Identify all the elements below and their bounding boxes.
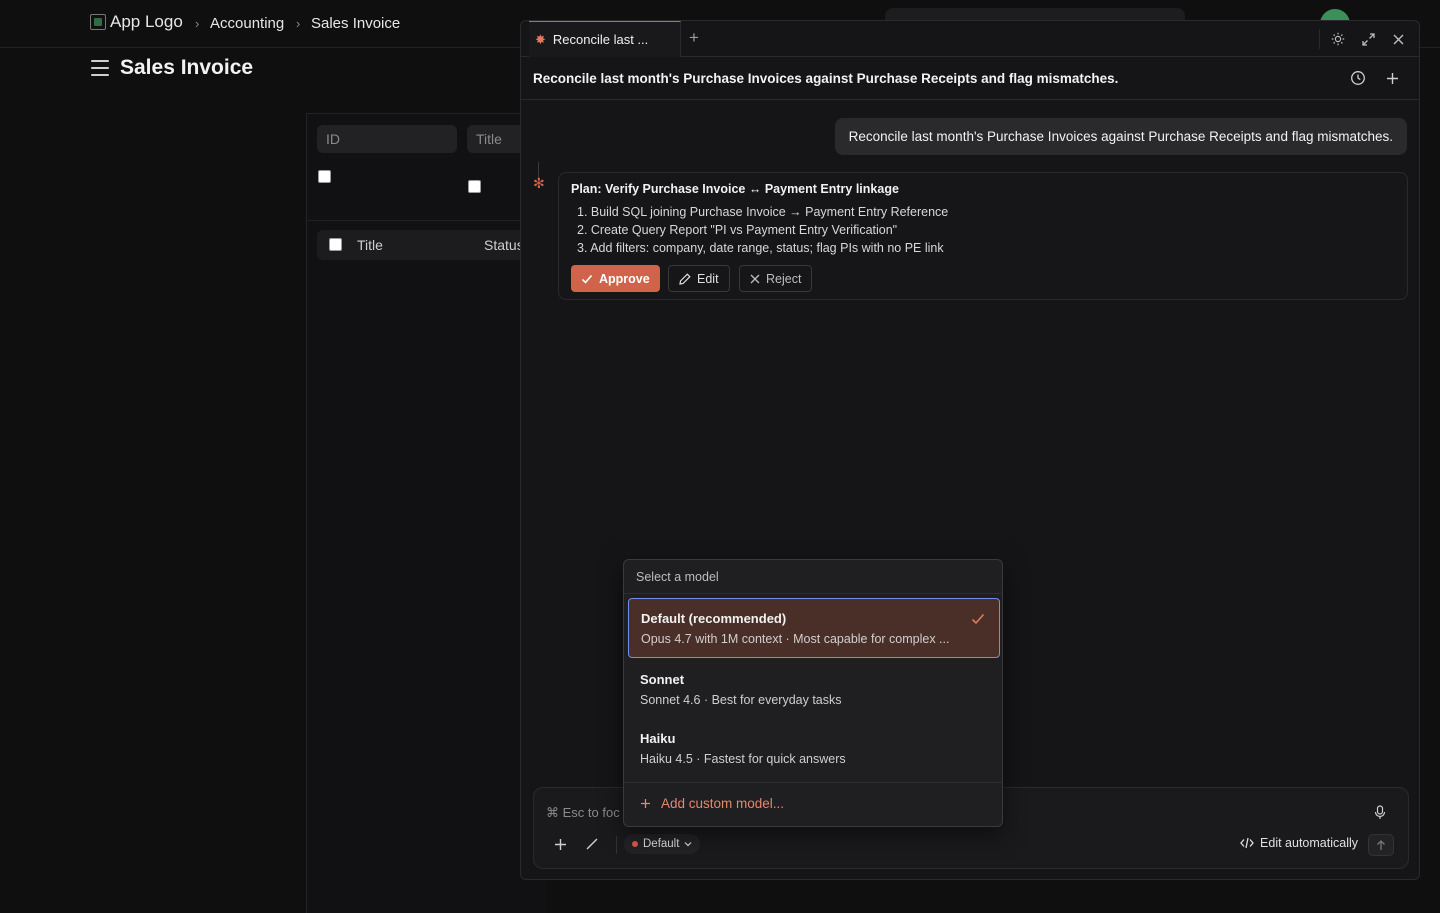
theme-toggle-button[interactable] (1329, 30, 1347, 48)
chevron-down-icon (685, 842, 692, 847)
menu-icon[interactable] (91, 60, 109, 76)
divider (616, 836, 617, 854)
expand-button[interactable] (1359, 30, 1377, 48)
model-option-description: Sonnet 4.6 · Best for everyday tasks (640, 693, 842, 707)
broken-image-icon (90, 14, 106, 30)
close-panel-button[interactable] (1389, 30, 1407, 48)
edit-label: Edit (697, 271, 719, 286)
microphone-button[interactable] (1370, 802, 1390, 822)
plan-title: Plan: Verify Purchase Invoice ↔ Payment … (571, 182, 899, 196)
model-option-description: Haiku 4.5 · Fastest for quick answers (640, 752, 846, 766)
breadcrumb-accounting[interactable]: Accounting (210, 15, 284, 32)
tab-conversation[interactable]: ✸ Reconcile last ... (529, 21, 681, 57)
id-filter-input[interactable]: ID (317, 125, 457, 153)
model-option-name: Default (recommended) (641, 611, 787, 626)
filter-checkbox[interactable] (318, 170, 331, 183)
user-message: Reconcile last month's Purchase Invoices… (834, 118, 1407, 155)
plus-icon (554, 838, 566, 850)
model-chip-label: Default (643, 838, 680, 850)
approve-label: Approve (599, 271, 650, 286)
edit-button[interactable]: Edit (668, 265, 730, 292)
app-logo[interactable]: App Logo (90, 12, 183, 32)
assistant-spark-icon: ✻ (533, 175, 545, 191)
new-conversation-button[interactable] (1382, 68, 1402, 88)
check-icon (581, 274, 593, 284)
model-selector[interactable]: Default (624, 834, 701, 854)
model-option-default[interactable]: Default (recommended) Opus 4.7 with 1M c… (628, 598, 1000, 658)
reject-label: Reject (766, 271, 802, 286)
new-tab-button[interactable]: + (689, 29, 699, 47)
plus-icon (1386, 72, 1398, 84)
divider (624, 782, 1002, 783)
column-title[interactable]: Title (357, 237, 383, 253)
plan-step: 3. Add filters: company, date range, sta… (577, 241, 944, 255)
microphone-icon (1374, 804, 1386, 819)
model-option-description: Opus 4.7 with 1M context · Most capable … (641, 632, 950, 646)
code-icon (1240, 837, 1254, 849)
reject-button[interactable]: Reject (739, 265, 813, 292)
column-status[interactable]: Status (484, 237, 524, 253)
clock-icon (1351, 71, 1365, 85)
divider (1319, 29, 1320, 49)
tab-label: Reconcile last ... (552, 32, 649, 47)
x-icon (750, 274, 760, 283)
model-option-name: Sonnet (640, 672, 685, 687)
send-button[interactable] (1368, 834, 1394, 856)
pencil-icon (679, 272, 691, 285)
app-logo-alt-text: App Logo (110, 12, 183, 31)
page-title: Sales Invoice (120, 56, 254, 79)
chevron-right-icon: › (195, 16, 200, 31)
dropdown-title: Select a model (636, 570, 719, 584)
sun-icon (1331, 32, 1345, 46)
plan-card: Plan: Verify Purchase Invoice ↔ Payment … (558, 172, 1408, 300)
add-custom-model-label: Add custom model... (661, 796, 785, 811)
conversation-header: Reconcile last month's Purchase Invoices… (521, 58, 1419, 100)
arrow-up-icon (1377, 839, 1385, 850)
model-option-sonnet[interactable]: Sonnet Sonnet 4.6 · Best for everyday ta… (628, 660, 1000, 720)
select-all-checkbox[interactable] (329, 238, 342, 251)
history-button[interactable] (1348, 68, 1368, 88)
plan-steps: 1. Build SQL joining Purchase Invoice → … (577, 203, 948, 257)
list-view: ID Title Title Status (306, 113, 547, 913)
status-dot (632, 841, 638, 847)
check-icon (971, 613, 985, 625)
edit-automatically-toggle[interactable]: Edit automatically (1240, 836, 1358, 850)
chevron-right-icon: › (296, 16, 301, 31)
divider (624, 593, 1002, 594)
spark-icon: ✸ (535, 31, 546, 47)
model-dropdown: Select a model Default (recommended) Opu… (623, 559, 1003, 827)
slash-icon (586, 838, 598, 850)
add-custom-model-button[interactable]: Add custom model... (640, 796, 784, 811)
slash-command-button[interactable] (582, 834, 602, 854)
conversation-title: Reconcile last month's Purchase Invoices… (533, 71, 1119, 86)
divider (307, 220, 547, 221)
plan-step: 2. Create Query Report "PI vs Payment En… (577, 223, 898, 237)
plan-step: 1. Build SQL joining Purchase Invoice → … (577, 205, 949, 219)
filter-checkbox[interactable] (468, 180, 481, 193)
breadcrumb-sales-invoice[interactable]: Sales Invoice (311, 15, 400, 32)
edit-automatically-label: Edit automatically (1260, 836, 1358, 850)
model-option-haiku[interactable]: Haiku Haiku 4.5 · Fastest for quick answ… (628, 719, 1000, 779)
tab-bar: ✸ Reconcile last ... + (521, 21, 1419, 57)
list-header-row: Title Status (317, 230, 547, 260)
expand-icon (1361, 32, 1375, 46)
close-icon (1393, 34, 1403, 44)
composer-placeholder: ⌘ Esc to foc (546, 805, 620, 820)
approve-button[interactable]: Approve (571, 265, 660, 292)
plus-icon (641, 799, 650, 808)
attach-button[interactable] (550, 834, 570, 854)
model-option-name: Haiku (640, 731, 676, 746)
